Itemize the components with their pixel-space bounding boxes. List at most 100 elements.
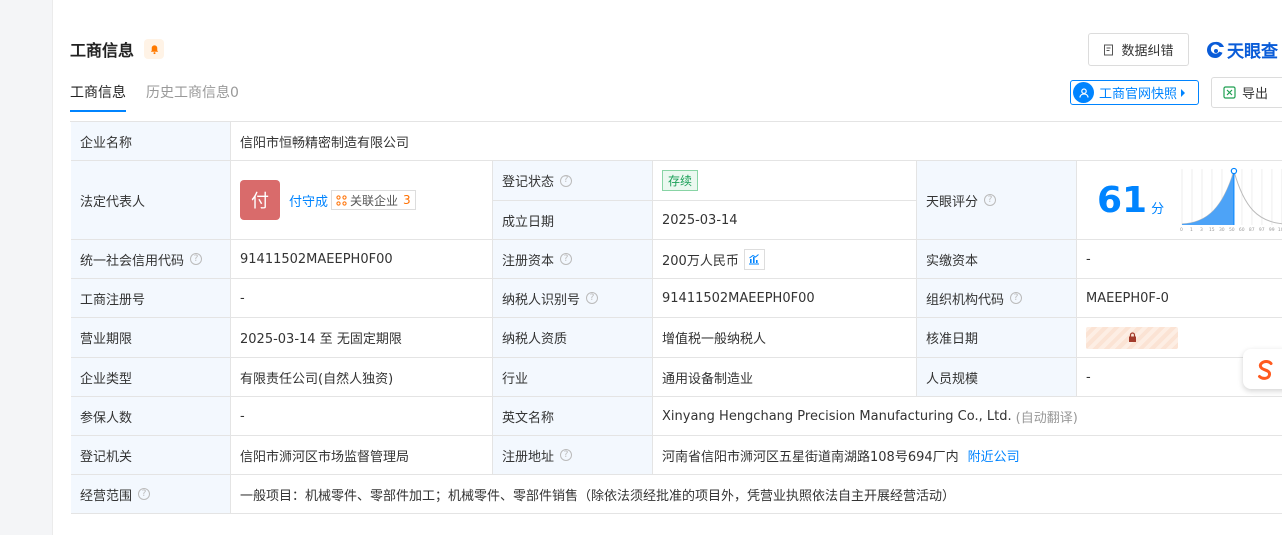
credit-code-value: 91411502MAEEPH0F00 bbox=[231, 240, 493, 279]
reg-no-value: - bbox=[231, 279, 493, 318]
address-label: 注册地址? bbox=[493, 436, 653, 475]
authority-value: 信阳市浉河区市场监督管理局 bbox=[231, 436, 493, 475]
help-icon[interactable]: ? bbox=[984, 194, 997, 206]
x-tick-label: 3 bbox=[1200, 227, 1203, 233]
score-unit: 分 bbox=[1151, 201, 1165, 217]
address-text: 河南省信阳市浉河区五星街道南湖路108号694厂内 bbox=[662, 449, 959, 465]
help-icon[interactable]: ? bbox=[586, 292, 599, 304]
x-tick-label: 60 bbox=[1239, 227, 1245, 233]
term-label: 营业期限 bbox=[71, 318, 231, 358]
legal-rep-label-text: 法定代表人 bbox=[80, 194, 146, 210]
taxpayer-qual-text: 增值税一般纳税人 bbox=[662, 332, 767, 347]
excel-icon bbox=[1223, 86, 1236, 99]
caret-right-icon bbox=[1181, 88, 1186, 97]
type-label: 企业类型 bbox=[71, 358, 231, 397]
capital-chart-icon[interactable] bbox=[743, 248, 765, 270]
x-tick-label: 0 bbox=[1180, 227, 1183, 233]
user-badge-icon bbox=[1073, 82, 1094, 103]
x-tick-label: 15 bbox=[1209, 227, 1215, 233]
legal-rep-avatar[interactable]: 付 bbox=[240, 180, 280, 220]
found-date-value: 2025-03-14 bbox=[653, 201, 917, 240]
term-value: 2025-03-14 至 无固定期限 bbox=[231, 318, 493, 358]
address-label-text: 注册地址 bbox=[502, 449, 555, 465]
org-code-label: 组织机构代码? bbox=[917, 279, 1077, 318]
data-correction-label: 数据纠错 bbox=[1121, 44, 1174, 59]
taxpayer-qual-label-text: 纳税人资质 bbox=[502, 332, 568, 347]
related-companies-badge[interactable]: 关联企业 3 bbox=[331, 190, 416, 210]
staff-label-text: 人员规模 bbox=[926, 371, 979, 387]
reg-no-label-text: 工商注册号 bbox=[80, 292, 146, 308]
industry-text: 通用设备制造业 bbox=[662, 371, 754, 387]
scope-text: 一般项目：机械零件、零部件加工；机械零件、零部件销售（除依法须经批准的项目外，凭… bbox=[240, 488, 956, 504]
help-icon[interactable]: ? bbox=[190, 253, 203, 265]
page: 工商信息 数据纠错 天眼查 工商信息 历史工商信息0 工商官网快照 导出 企业名… bbox=[52, 0, 1282, 535]
legal-rep-label: 法定代表人 bbox=[71, 161, 231, 240]
authority-label-text: 登记机关 bbox=[80, 449, 133, 465]
found-date-label: 成立日期 bbox=[493, 201, 653, 240]
eng-name-label: 英文名称 bbox=[493, 397, 653, 436]
reg-no-label: 工商注册号 bbox=[71, 279, 231, 318]
section-header: 工商信息 bbox=[70, 37, 165, 61]
official-snapshot-button[interactable]: 工商官网快照 bbox=[1070, 80, 1199, 105]
approve-date-label: 核准日期 bbox=[917, 318, 1077, 358]
industry-value: 通用设备制造业 bbox=[653, 358, 917, 397]
tab-history-business-info[interactable]: 历史工商信息0 bbox=[146, 82, 239, 112]
x-tick-labels: 0 1 3 15 30 50 60 87 97 99 100 bbox=[1180, 227, 1282, 233]
help-icon[interactable]: ? bbox=[560, 174, 573, 187]
address-value: 河南省信阳市浉河区五星街道南湖路108号694厂内 附近公司 bbox=[653, 436, 1282, 475]
taxpayer-id-label-text: 纳税人识别号 bbox=[502, 292, 581, 308]
staff-label: 人员规模 bbox=[917, 358, 1077, 397]
auto-translate-note: (自动翻译) bbox=[1015, 410, 1078, 426]
help-icon[interactable]: ? bbox=[1010, 292, 1023, 304]
type-text: 有限责任公司(自然人独资) bbox=[240, 371, 394, 387]
logo-mark-icon bbox=[1207, 41, 1224, 58]
legal-rep-value: 付 付守成 关联企业 3 bbox=[231, 161, 493, 240]
bell-icon[interactable] bbox=[144, 39, 165, 59]
lock-icon bbox=[1128, 332, 1136, 342]
company-name-value: 信阳市恒畅精密制造有限公司 bbox=[231, 122, 1282, 161]
status-badge: 存续 bbox=[662, 170, 699, 191]
reg-status-value: 存续 bbox=[653, 161, 917, 201]
score-value[interactable]: 61 分 0 1 3 15 30 50 60 87 97 99 1 bbox=[1077, 161, 1282, 240]
distribution-area bbox=[1182, 171, 1235, 225]
taxpayer-id-text: 91411502MAEEPH0F00 bbox=[662, 290, 815, 306]
reg-no-text: - bbox=[240, 290, 245, 306]
scope-value: 一般项目：机械零件、零部件加工；机械零件、零部件销售（除依法须经批准的项目外，凭… bbox=[231, 475, 1282, 514]
insured-label-text: 参保人数 bbox=[80, 410, 133, 426]
business-info-table: 企业名称 信阳市恒畅精密制造有限公司 法定代表人 付 付守成 关联企业 3 登记状… bbox=[70, 121, 1282, 514]
found-date-label-text: 成立日期 bbox=[502, 214, 555, 230]
related-companies-count: 3 bbox=[403, 193, 411, 207]
x-tick-label: 99 bbox=[1269, 227, 1275, 233]
export-button[interactable]: 导出 bbox=[1211, 77, 1282, 108]
data-correction-button[interactable]: 数据纠错 bbox=[1088, 33, 1189, 66]
help-icon[interactable]: ? bbox=[560, 253, 573, 265]
x-tick-label: 87 bbox=[1249, 227, 1255, 233]
locked-value[interactable] bbox=[1086, 326, 1178, 349]
score-distribution-chart: 0 1 3 15 30 50 60 87 97 99 100 bbox=[1180, 167, 1282, 233]
x-tick-label: 30 bbox=[1219, 227, 1225, 233]
taxpayer-qual-label: 纳税人资质 bbox=[493, 318, 653, 358]
type-label-text: 企业类型 bbox=[80, 371, 133, 387]
type-value: 有限责任公司(自然人独资) bbox=[231, 358, 493, 397]
authority-label: 登记机关 bbox=[71, 436, 231, 475]
paid-capital-text: - bbox=[1086, 251, 1091, 267]
help-icon[interactable]: ? bbox=[560, 449, 573, 461]
taxpayer-qual-value: 增值税一般纳税人 bbox=[653, 318, 917, 358]
industry-label-text: 行业 bbox=[502, 371, 529, 387]
help-icon[interactable]: ? bbox=[138, 488, 151, 500]
scope-label-text: 经营范围 bbox=[80, 488, 133, 504]
eng-name-label-text: 英文名称 bbox=[502, 410, 555, 426]
legal-rep-name-link[interactable]: 付守成 bbox=[289, 191, 328, 210]
tianyancha-logo: 天眼查 bbox=[1205, 37, 1278, 62]
related-companies-label: 关联企业 bbox=[350, 193, 399, 208]
reg-status-label: 登记状态? bbox=[493, 161, 653, 201]
tab-business-info[interactable]: 工商信息 bbox=[70, 82, 126, 112]
approve-date-label-text: 核准日期 bbox=[926, 332, 979, 347]
nearby-companies-link[interactable]: 附近公司 bbox=[968, 446, 1020, 465]
taxpayer-id-value: 91411502MAEEPH0F00 bbox=[653, 279, 917, 318]
score-label-text: 天眼评分 bbox=[926, 194, 979, 210]
floating-assistant-button[interactable] bbox=[1243, 349, 1282, 389]
assistant-s-icon bbox=[1258, 360, 1273, 380]
org-code-text: MAEEPH0F-0 bbox=[1086, 290, 1169, 306]
x-tick-label: 100 bbox=[1278, 227, 1282, 233]
